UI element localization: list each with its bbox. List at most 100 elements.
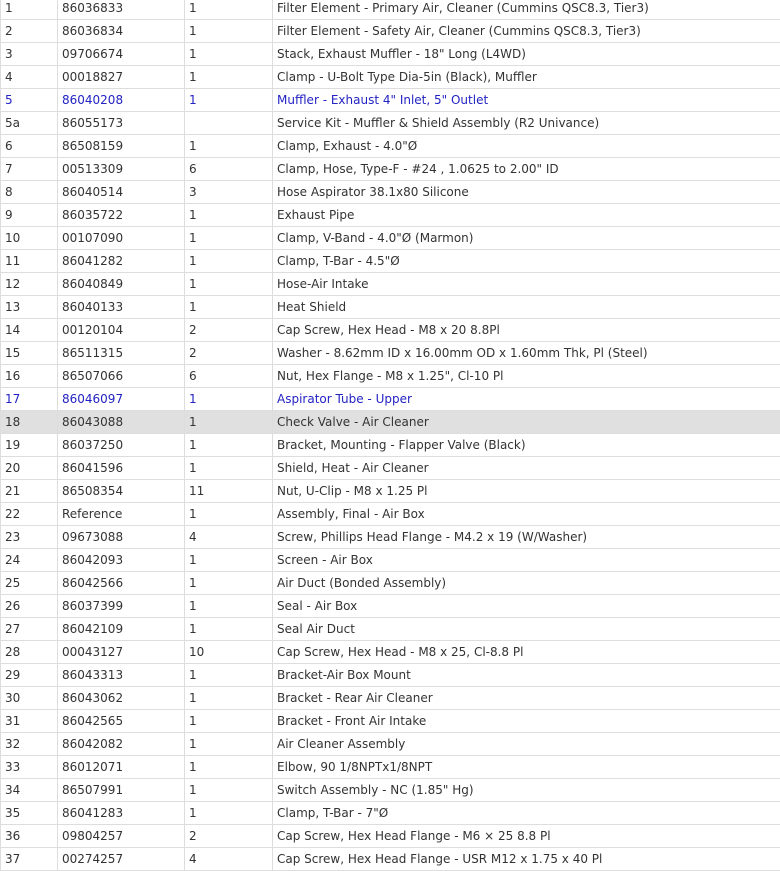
quantity-cell: 1 (185, 0, 273, 20)
table-row[interactable]: 1860368331Filter Element - Primary Air, … (1, 0, 780, 20)
part-number-cell: 86037250 (58, 434, 185, 457)
item-number-cell: 37 (1, 848, 58, 871)
table-row[interactable]: 37002742574Cap Screw, Hex Head Flange - … (1, 848, 780, 871)
part-number-cell: 09706674 (58, 43, 185, 66)
table-row[interactable]: 31860425651Bracket - Front Air Intake (1, 710, 780, 733)
part-number-cell: 00018827 (58, 66, 185, 89)
item-number-cell: 21 (1, 480, 58, 503)
quantity-cell[interactable]: 1 (185, 89, 273, 112)
description-cell[interactable]: Aspirator Tube - Upper (273, 388, 780, 411)
part-number-cell[interactable]: 86046097 (58, 388, 185, 411)
quantity-cell: 3 (185, 181, 273, 204)
description-cell: Bracket - Front Air Intake (273, 710, 780, 733)
quantity-cell: 6 (185, 365, 273, 388)
table-row[interactable]: 27860421091Seal Air Duct (1, 618, 780, 641)
table-row[interactable]: 32860420821Air Cleaner Assembly (1, 733, 780, 756)
table-row[interactable]: 14001201042Cap Screw, Hex Head - M8 x 20… (1, 319, 780, 342)
part-number-cell: 00513309 (58, 158, 185, 181)
quantity-cell: 2 (185, 825, 273, 848)
description-cell: Heat Shield (273, 296, 780, 319)
quantity-cell: 1 (185, 802, 273, 825)
item-number-cell: 18 (1, 411, 58, 434)
table-row[interactable]: 3097066741Stack, Exhaust Muffler - 18" L… (1, 43, 780, 66)
table-row[interactable]: 13860401331Heat Shield (1, 296, 780, 319)
item-number-cell: 34 (1, 779, 58, 802)
table-row[interactable]: 12860408491Hose-Air Intake (1, 273, 780, 296)
table-row[interactable]: 22Reference1Assembly, Final - Air Box (1, 503, 780, 526)
quantity-cell: 1 (185, 296, 273, 319)
quantity-cell: 1 (185, 250, 273, 273)
table-row[interactable]: 26860373991Seal - Air Box (1, 595, 780, 618)
parts-list-table: 1860368331Filter Element - Primary Air, … (0, 0, 780, 871)
quantity-cell: 1 (185, 779, 273, 802)
part-number-cell: 86041596 (58, 457, 185, 480)
description-cell: Screen - Air Box (273, 549, 780, 572)
description-cell: Seal Air Duct (273, 618, 780, 641)
description-cell: Clamp - U-Bolt Type Dia-5in (Black), Muf… (273, 66, 780, 89)
table-row[interactable]: 33860120711Elbow, 90 1/8NPTx1/8NPT (1, 756, 780, 779)
table-row[interactable]: 25860425661Air Duct (Bonded Assembly) (1, 572, 780, 595)
description-cell: Washer - 8.62mm ID x 16.00mm OD x 1.60mm… (273, 342, 780, 365)
description-cell: Air Cleaner Assembly (273, 733, 780, 756)
table-row[interactable]: 15865113152Washer - 8.62mm ID x 16.00mm … (1, 342, 780, 365)
description-cell: Filter Element - Safety Air, Cleaner (Cu… (273, 20, 780, 43)
part-number-cell: 86042565 (58, 710, 185, 733)
table-row[interactable]: 17860460971Aspirator Tube - Upper (1, 388, 780, 411)
table-row[interactable]: 29860433131Bracket-Air Box Mount (1, 664, 780, 687)
quantity-cell: 2 (185, 319, 273, 342)
table-row[interactable]: 9860357221Exhaust Pipe (1, 204, 780, 227)
table-row[interactable]: 30860430621Bracket - Rear Air Cleaner (1, 687, 780, 710)
quantity-cell: 1 (185, 549, 273, 572)
table-row[interactable]: 20860415961Shield, Heat - Air Cleaner (1, 457, 780, 480)
table-row[interactable]: 10001070901Clamp, V-Band - 4.0"Ø (Marmon… (1, 227, 780, 250)
item-number-cell[interactable]: 5 (1, 89, 58, 112)
item-number-cell: 31 (1, 710, 58, 733)
description-cell[interactable]: Muffler - Exhaust 4" Inlet, 5" Outlet (273, 89, 780, 112)
quantity-cell[interactable]: 1 (185, 388, 273, 411)
table-row[interactable]: 7005133096Clamp, Hose, Type-F - #24 , 1.… (1, 158, 780, 181)
table-row[interactable]: 35860412831Clamp, T-Bar - 7"Ø (1, 802, 780, 825)
part-number-cell: 86508354 (58, 480, 185, 503)
quantity-cell: 1 (185, 572, 273, 595)
description-cell: Bracket - Rear Air Cleaner (273, 687, 780, 710)
table-row[interactable]: 6865081591Clamp, Exhaust - 4.0"Ø (1, 135, 780, 158)
table-row[interactable]: 34865079911Switch Assembly - NC (1.85" H… (1, 779, 780, 802)
quantity-cell: 1 (185, 273, 273, 296)
quantity-cell: 1 (185, 756, 273, 779)
part-number-cell[interactable]: 86040208 (58, 89, 185, 112)
item-number-cell: 36 (1, 825, 58, 848)
description-cell: Hose Aspirator 38.1x80 Silicone (273, 181, 780, 204)
table-row[interactable]: 218650835411Nut, U-Clip - M8 x 1.25 Pl (1, 480, 780, 503)
item-number-cell: 16 (1, 365, 58, 388)
description-cell: Stack, Exhaust Muffler - 18" Long (L4WD) (273, 43, 780, 66)
table-row[interactable]: 2860368341Filter Element - Safety Air, C… (1, 20, 780, 43)
quantity-cell: 1 (185, 227, 273, 250)
table-row[interactable]: 280004312710Cap Screw, Hex Head - M8 x 2… (1, 641, 780, 664)
table-row[interactable]: 24860420931Screen - Air Box (1, 549, 780, 572)
description-cell: Service Kit - Muffler & Shield Assembly … (273, 112, 780, 135)
part-number-cell: 86040849 (58, 273, 185, 296)
table-row[interactable]: 4000188271Clamp - U-Bolt Type Dia-5in (B… (1, 66, 780, 89)
table-row[interactable]: 16865070666Nut, Hex Flange - M8 x 1.25",… (1, 365, 780, 388)
quantity-cell: 1 (185, 43, 273, 66)
table-row[interactable]: 36098042572Cap Screw, Hex Head Flange - … (1, 825, 780, 848)
item-number-cell: 11 (1, 250, 58, 273)
part-number-cell: 86042109 (58, 618, 185, 641)
item-number-cell: 28 (1, 641, 58, 664)
quantity-cell: 6 (185, 158, 273, 181)
item-number-cell: 24 (1, 549, 58, 572)
item-number-cell[interactable]: 17 (1, 388, 58, 411)
description-cell: Air Duct (Bonded Assembly) (273, 572, 780, 595)
table-row[interactable]: 11860412821Clamp, T-Bar - 4.5"Ø (1, 250, 780, 273)
part-number-cell: 86055173 (58, 112, 185, 135)
item-number-cell: 30 (1, 687, 58, 710)
table-row[interactable]: 5a86055173Service Kit - Muffler & Shield… (1, 112, 780, 135)
table-row[interactable]: 19860372501Bracket, Mounting - Flapper V… (1, 434, 780, 457)
part-number-cell: 86511315 (58, 342, 185, 365)
item-number-cell: 15 (1, 342, 58, 365)
table-row[interactable]: 5860402081Muffler - Exhaust 4" Inlet, 5"… (1, 89, 780, 112)
table-row[interactable]: 8860405143Hose Aspirator 38.1x80 Silicon… (1, 181, 780, 204)
table-row[interactable]: 23096730884Screw, Phillips Head Flange -… (1, 526, 780, 549)
table-row[interactable]: 18860430881Check Valve - Air Cleaner (1, 411, 780, 434)
description-cell: Nut, U-Clip - M8 x 1.25 Pl (273, 480, 780, 503)
